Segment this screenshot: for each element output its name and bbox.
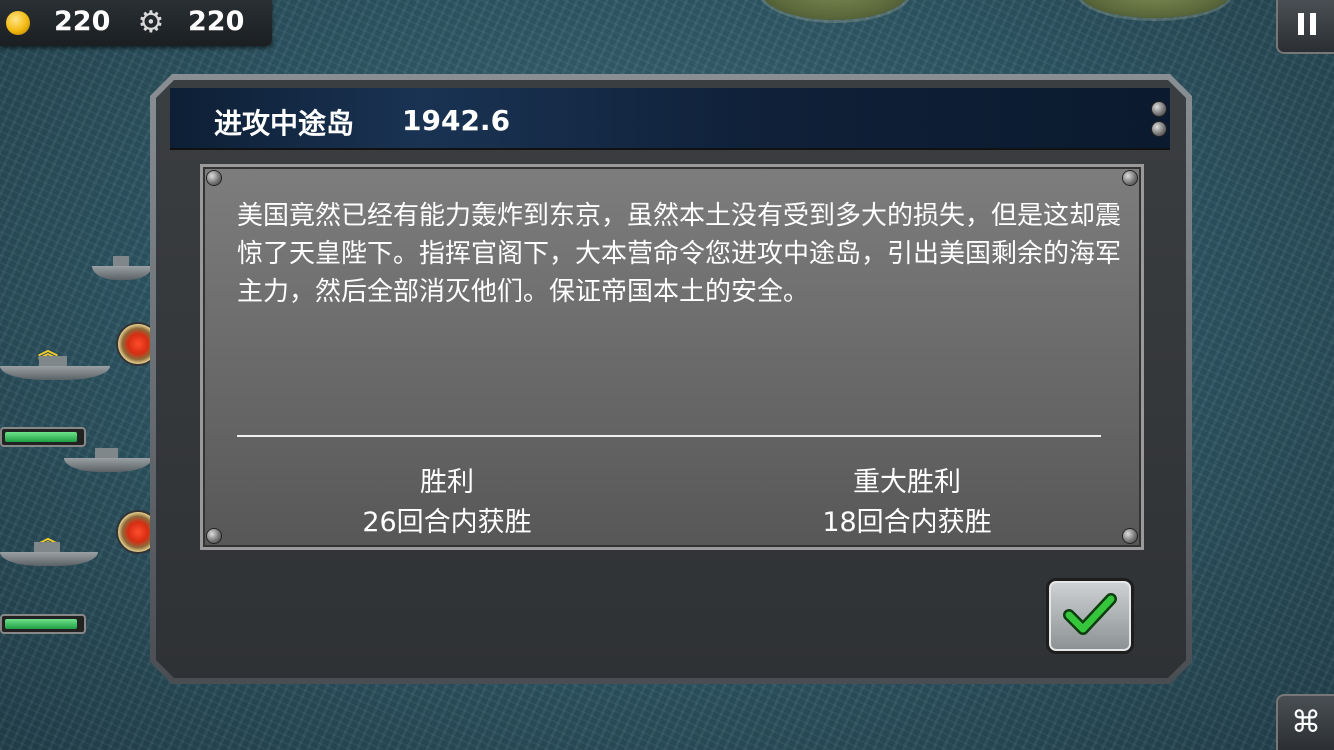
unit-health-bar xyxy=(0,427,86,447)
mission-title: 进攻中途岛 xyxy=(214,107,355,140)
confirm-button[interactable] xyxy=(1046,578,1134,654)
dialog-title-bar: 进攻中途岛 1942.6 xyxy=(170,88,1170,150)
mission-briefing-text: 美国竟然已经有能力轰炸到东京，虽然本土没有受到多大的损失，但是这却震惊了天皇陛下… xyxy=(237,201,1122,307)
pause-icon xyxy=(1310,13,1316,35)
pause-button[interactable] xyxy=(1276,0,1334,54)
victory-condition: 26回合内获胜 xyxy=(362,507,532,538)
victory-label: 胜利 xyxy=(420,467,474,498)
rivet-icon xyxy=(207,171,221,185)
rivet-icon xyxy=(1123,529,1137,543)
mission-date: 1942.6 xyxy=(402,104,511,137)
victory-goal: 胜利 26回合内获胜 xyxy=(287,463,607,543)
briefing-panel: 美国竟然已经有能力轰炸到东京，虽然本土没有受到多大的损失，但是这却震惊了天皇陛下… xyxy=(200,164,1144,550)
divider xyxy=(237,435,1101,437)
rivet-icon xyxy=(1152,122,1166,136)
gear-icon: ⚙ xyxy=(137,5,165,40)
rivet-icon xyxy=(207,529,221,543)
rivet-icon xyxy=(1152,102,1166,116)
great-victory-goal: 重大胜利 18回合内获胜 xyxy=(747,463,1067,543)
network-button[interactable]: ⌘ xyxy=(1276,694,1334,750)
resource-bar: 220 ⚙ 220 xyxy=(0,0,272,46)
unit-health-bar xyxy=(0,614,86,634)
great-victory-label: 重大胜利 xyxy=(853,467,961,498)
mission-dialog: 进攻中途岛 1942.6 美国竟然已经有能力轰炸到东京，虽然本土没有受到多大的损… xyxy=(156,80,1186,678)
coin-count: 220 xyxy=(54,6,111,37)
check-icon xyxy=(1063,587,1117,641)
coin-icon xyxy=(6,11,30,35)
great-victory-condition: 18回合内获胜 xyxy=(822,507,992,538)
rivet-icon xyxy=(1123,171,1137,185)
network-icon: ⌘ xyxy=(1291,705,1321,740)
pause-icon xyxy=(1298,13,1304,35)
parts-count: 220 xyxy=(188,6,245,37)
